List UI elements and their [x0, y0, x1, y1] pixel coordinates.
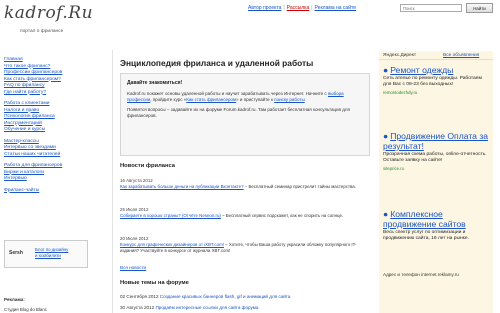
banner-line[interactable]: и юзабилити — [35, 253, 61, 258]
site-logo[interactable]: kadrof.Ru портал о фрилансе — [4, 3, 104, 41]
logo-subtitle: портал о фрилансе — [20, 29, 64, 34]
banner-text: Блог по дизайну и юзабилити — [35, 247, 68, 258]
nav-group-learn: Мастер-классы Интервью со звездами Стать… — [4, 139, 110, 159]
forum-date: 02 Сентября 2012 — [120, 294, 159, 299]
forum-topic: 02 Сентября 2012 Создание красивых банне… — [120, 294, 372, 299]
intro-paragraph-forum: Появятся вопросы – задавайте их на форум… — [127, 107, 350, 118]
intro-text: Начните с — [305, 91, 328, 96]
ad-title[interactable]: ● Ремонт одежды — [383, 65, 491, 75]
page-title: Энциклопедия фриланса и удаленной работы — [120, 58, 314, 68]
job-search-link[interactable]: поиску работы — [274, 97, 305, 102]
forum-section-title: Новые темы на форуме — [120, 280, 189, 286]
column-divider — [112, 50, 113, 313]
sidebar-banner[interactable]: Sersh Блог по дизайну и юзабилити — [4, 240, 88, 268]
separator: | — [283, 5, 285, 11]
nav-item[interactable]: Обучение и курсы — [4, 127, 110, 134]
advertising-link[interactable]: Реклама на сайте — [315, 5, 356, 11]
newsletter-link[interactable]: Рассылка — [287, 5, 310, 11]
ad-title-text: Ремонт одежды — [390, 65, 454, 75]
nav-item[interactable]: Интервью — [4, 176, 110, 183]
forum-date: 30 Августа 2012 — [120, 305, 155, 310]
nav-item[interactable]: Где найти работу? — [4, 90, 110, 97]
logo-text: kadrof.Ru — [4, 3, 94, 23]
intro-text: , пройдите курс « — [150, 97, 187, 102]
ad-title[interactable]: ● Продвижение Оплата за результат! — [383, 131, 491, 151]
ad-text: Весь спектр услуг по оптимизации и продв… — [383, 230, 469, 242]
nav-group-work: Работа с клиентами Налоги и право Психол… — [4, 101, 110, 134]
news-link[interactable]: Конкурс для графических дизайнеров от iX… — [120, 242, 224, 247]
direct-header: Яндекс.Директ Все объявления — [379, 51, 493, 60]
news-text: – Бесплатный сервис подскажет, как не сп… — [220, 213, 344, 218]
direct-ad: ● Комплексное продвижение сайтов Весь спе… — [383, 209, 491, 243]
news-link[interactable]: Собираете в хорошо страны? (Отчёте Neseo… — [120, 213, 221, 218]
ads-label: Реклама: — [4, 297, 25, 302]
search-button[interactable]: Найти — [466, 3, 493, 13]
news-item: 16 Августа 2012 Как зарабатывать больше … — [120, 178, 372, 190]
studio-label: Студия Blog do Blanc — [4, 307, 47, 312]
news-section-title: Новости фриланса — [120, 163, 176, 169]
nav-group-main: Главная Что такое фриланс? Профессии фри… — [4, 57, 110, 96]
ad-title-text: Продвижение Оплата за результат! — [383, 131, 489, 151]
news-link[interactable]: Как зарабатывать больше деньги на публик… — [120, 184, 244, 189]
author-link[interactable]: Автор проекта — [248, 5, 281, 11]
bullet-icon: ● — [383, 209, 389, 219]
banner-logo: Sersh — [9, 250, 23, 256]
all-news-link[interactable]: Вся новости — [120, 265, 146, 270]
ad-title[interactable]: ● Комплексное продвижение сайтов — [383, 209, 491, 229]
intro-box: Давайте знакомиться! Kadrof.ru покажет о… — [120, 73, 370, 156]
intro-paragraph: Kadrof.ru покажет основы удаленной работ… — [127, 91, 363, 103]
bullet-icon: ● — [383, 65, 389, 75]
news-item: 25 Июля 2012 Собираете в хорошо страны? … — [120, 207, 372, 219]
direct-label: Яндекс.Директ — [383, 53, 417, 58]
bullet-icon: ● — [383, 131, 389, 141]
ad-url[interactable]: siteprice.ru — [383, 166, 491, 171]
all-ads-link[interactable]: Все объявления — [443, 53, 479, 58]
forum-topic: 30 Августа 2012 Продаём интересные ссылк… — [120, 305, 372, 310]
top-links: Автор проекта | Рассылка | Реклама на сайте — [248, 5, 356, 11]
forum-link[interactable]: Создание красивых баннеров flash, gif и … — [160, 294, 291, 299]
separator: | — [311, 5, 313, 11]
course-link[interactable]: Как стать фрилансером — [186, 97, 236, 102]
news-body: Конкурс для графических дизайнеров от iX… — [120, 242, 372, 254]
forum-link[interactable]: Продаём интересные ссылки для сайта фору… — [156, 305, 259, 310]
nav-group-jobs: Работа для фрилансеров Биржи и каталоги … — [4, 163, 110, 183]
ad-text: Прозрачная схема работы, online-отчетнос… — [383, 152, 487, 164]
direct-ad: ● Продвижение Оплата за результат! Прозра… — [383, 131, 491, 171]
sidebar-nav: Главная Что такое фриланс? Профессии фри… — [4, 57, 110, 199]
news-body: Как зарабатывать больше деньги на публик… — [120, 184, 372, 190]
direct-ad: ● Ремонт одежды Сеть ателье по ремонту од… — [383, 65, 491, 95]
news-text: – Бесплатный семинар пристрелит тайны ма… — [243, 184, 356, 189]
intro-text: Kadrof.ru покажет основы удаленной работ… — [127, 91, 305, 96]
nav-item[interactable]: Статьи наших читателей — [4, 152, 110, 159]
ad-text: Сеть ателье по ремонту одежды. Работаем … — [383, 76, 482, 88]
news-body: Собираете в хорошо страны? (Отчёте Neseo… — [120, 213, 372, 219]
ad-title-text: Комплексное продвижение сайтов — [383, 209, 466, 229]
banner-line[interactable]: Блог по дизайну — [35, 247, 68, 252]
direct-contact[interactable]: Адрес и телефон internet.reklamy.ru — [383, 272, 459, 277]
nav-item[interactable]: Фриланс-чайты — [4, 188, 110, 195]
news-item: 20 Июля 2012 Конкурс для графических диз… — [120, 236, 372, 254]
search-input[interactable] — [400, 4, 462, 12]
intro-text: » и приступайте к — [236, 97, 275, 102]
intro-heading: Давайте знакомиться! — [127, 80, 183, 86]
ad-url[interactable]: remontodezhdy.ru — [383, 90, 491, 95]
nav-group-chats: Фриланс-чайты — [4, 188, 110, 195]
